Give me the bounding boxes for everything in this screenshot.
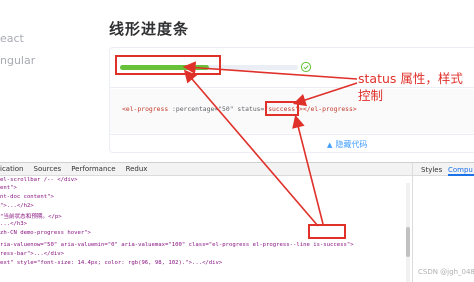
code-line: <el-progress :percentage="50" status="su…: [122, 105, 357, 113]
tab-computed[interactable]: Compu: [448, 166, 473, 174]
hide-code-label: 隐藏代码: [335, 140, 368, 149]
tab-performance[interactable]: Performance: [66, 165, 120, 173]
annotation-box-status-dom: [308, 224, 346, 239]
styles-pane: Styles Compu: [412, 163, 474, 282]
sidebar-nav: eact ngular: [0, 0, 100, 162]
devtools-tabs: ication Sources Performance Redux: [0, 163, 412, 176]
tab-styles[interactable]: Styles: [421, 166, 442, 174]
demo-footer[interactable]: ▲ 隐藏代码: [110, 134, 474, 153]
dom-node[interactable]: ">...</h2>: [0, 203, 34, 209]
devtools-panel: ication Sources Performance Redux el-scr…: [0, 162, 474, 282]
tab-application[interactable]: ication: [0, 165, 29, 173]
hide-code-button[interactable]: ▲ 隐藏代码: [327, 139, 367, 150]
dom-node[interactable]: ress-bar">...</div>: [0, 251, 64, 257]
code-open-tag: <el-progress: [122, 105, 169, 113]
annotation-box-status-code: [265, 101, 299, 116]
dom-node-progress[interactable]: ria-valuenow="50" aria-valuemin="0" aria…: [0, 242, 354, 248]
watermark: CSDN @jgh_0484: [418, 268, 474, 276]
section-title: 线形进度条: [109, 20, 190, 38]
dom-node[interactable]: ...</h3>: [0, 221, 27, 227]
tab-redux[interactable]: Redux: [121, 165, 153, 173]
styles-pane-tabs: Styles Compu: [413, 163, 474, 176]
dom-node[interactable]: ent">: [0, 185, 17, 191]
annotation-text: status 属性，样式控制: [358, 71, 463, 103]
dom-node[interactable]: ext" style="font-size: 14.4px; color: rg…: [0, 260, 222, 266]
sidebar-item-angular[interactable]: ngular: [0, 54, 35, 67]
success-check-icon: [300, 61, 312, 73]
sidebar-item-react[interactable]: eact: [0, 32, 24, 45]
code-percentage-attr: :percentage="50" status=: [168, 105, 265, 113]
dom-node[interactable]: "当前状态和预期。</p>: [0, 212, 62, 220]
dom-scrollbar-thumb[interactable]: [406, 227, 410, 257]
annotation-box-progress: [115, 55, 221, 75]
tab-sources[interactable]: Sources: [29, 165, 67, 173]
code-close-tag: ></el-progress>: [299, 105, 357, 113]
dom-node[interactable]: nt-doc content">: [0, 194, 54, 200]
dom-node[interactable]: el-scrollbar /-- </div>: [0, 177, 77, 183]
active-tab-indicator: [448, 174, 474, 176]
caret-up-icon: ▲: [327, 140, 333, 149]
dom-node[interactable]: zh-CN demo-progress hover">: [0, 230, 91, 236]
